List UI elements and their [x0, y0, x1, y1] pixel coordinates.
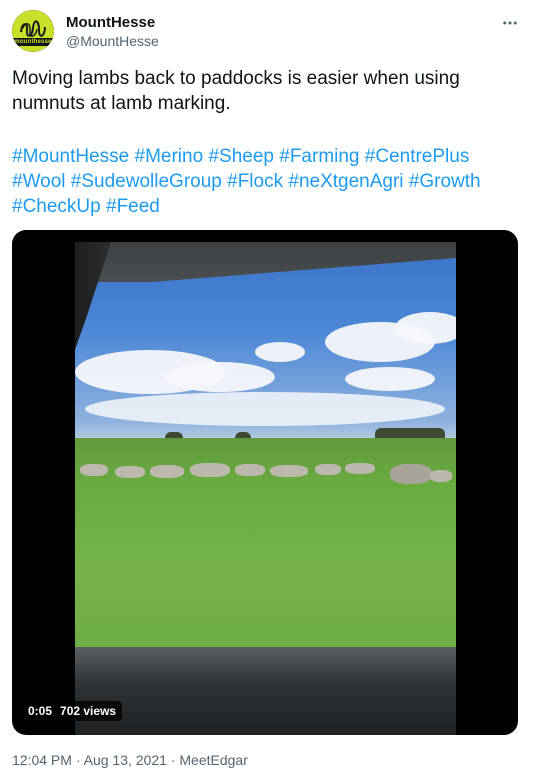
user-handle[interactable]: @MountHesse: [66, 32, 159, 50]
video-time: 0:05: [28, 704, 53, 718]
hashtag-link[interactable]: #Merino: [135, 146, 204, 167]
hashtag-link[interactable]: #Wool: [12, 171, 66, 192]
hashtag-link[interactable]: #Flock: [227, 171, 283, 192]
hashtag-link[interactable]: #CentrePlus: [365, 146, 470, 167]
cloud: [395, 312, 456, 344]
more-horizontal-icon: [503, 21, 517, 25]
hashtag-link[interactable]: #Growth: [409, 171, 481, 192]
cloud: [345, 367, 435, 391]
hashtag-link[interactable]: #Feed: [106, 196, 160, 217]
avatar-label: mounthesse: [12, 38, 54, 46]
more-button[interactable]: [499, 12, 521, 34]
display-name[interactable]: MountHesse: [66, 14, 159, 32]
tweet-header: mounthesse MountHesse @MountHesse: [12, 10, 521, 54]
hashtag-link[interactable]: #MountHesse: [12, 146, 129, 167]
video-player[interactable]: 0:05 702 views: [12, 230, 518, 735]
hashtag-link[interactable]: #Farming: [279, 146, 359, 167]
hashtag-link[interactable]: #Sheep: [208, 146, 274, 167]
video-views: 702 views: [60, 704, 117, 718]
hashtag-link[interactable]: #CheckUp: [12, 196, 101, 217]
hashtag-list: #MountHesse #Merino #Sheep #Farming #Cen…: [12, 144, 524, 219]
tweet-footer: 12:04 PM · Aug 13, 2021 · MeetEdgar: [12, 751, 248, 769]
tweet-source[interactable]: MeetEdgar: [179, 752, 247, 768]
cloud: [165, 362, 275, 392]
video-info-badge: 0:05 702 views: [22, 701, 123, 721]
separator: ·: [75, 752, 81, 768]
sheep-flock: [75, 460, 456, 484]
tweet-date[interactable]: Aug 13, 2021: [84, 752, 167, 768]
tweet-card: mounthesse MountHesse @MountHesse Moving…: [0, 0, 533, 780]
avatar[interactable]: mounthesse: [12, 10, 54, 52]
tweet-time[interactable]: 12:04 PM: [12, 752, 72, 768]
cloud: [255, 342, 305, 362]
tweet-text: Moving lambs back to paddocks is easier …: [12, 68, 460, 114]
hashtag-link[interactable]: #SudewolleGroup: [71, 171, 222, 192]
car-dashboard: [75, 647, 456, 735]
user-info[interactable]: MountHesse @MountHesse: [66, 14, 159, 50]
separator: ·: [170, 752, 176, 768]
cloud: [85, 392, 445, 426]
hashtag-link[interactable]: #neXtgenAgri: [288, 171, 403, 192]
video-frame: [75, 242, 456, 735]
